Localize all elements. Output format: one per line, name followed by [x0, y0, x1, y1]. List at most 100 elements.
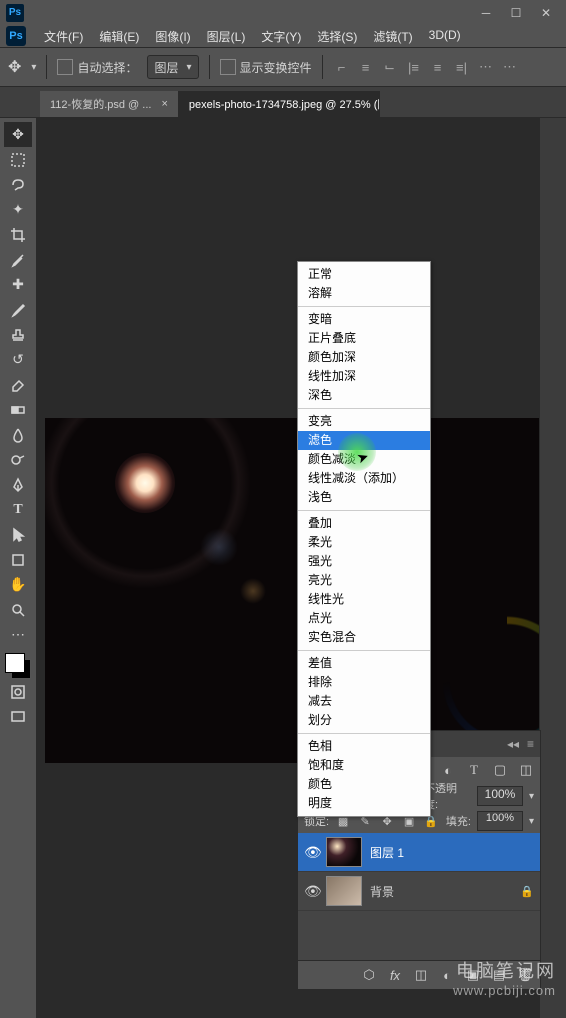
auto-select-target-dropdown[interactable]: 图层▾ [147, 55, 198, 79]
healing-tool[interactable]: ✚ [4, 272, 32, 297]
menu-item[interactable]: 文字(Y) [253, 26, 309, 47]
chevron-down-icon[interactable]: ▾ [529, 791, 534, 802]
magic-wand-tool[interactable]: ✦ [4, 197, 32, 222]
marquee-tool[interactable] [4, 147, 32, 172]
blend-mode-item[interactable]: 溶解 [298, 284, 430, 303]
text-tool[interactable]: T [4, 497, 32, 522]
toolbox-more[interactable]: ⋯ [4, 622, 32, 647]
fill-input[interactable]: 100% [477, 811, 523, 831]
blend-mode-item[interactable]: 线性加深 [298, 367, 430, 386]
auto-select-checkbox[interactable]: 自动选择： [57, 59, 137, 76]
menu-item[interactable]: 图像(I) [147, 26, 198, 47]
blend-mode-item[interactable]: 亮光 [298, 571, 430, 590]
layer-thumbnail[interactable] [326, 876, 362, 906]
blur-tool[interactable] [4, 422, 32, 447]
move-tool[interactable]: ✥ [4, 122, 32, 147]
blend-mode-item[interactable]: 线性减淡（添加） [298, 469, 430, 488]
align-vcenter-icon[interactable]: ≡ [357, 58, 375, 76]
hand-tool[interactable]: ✋ [4, 572, 32, 597]
menu-item[interactable]: 滤镜(T) [365, 26, 420, 47]
right-dock-strip[interactable] [539, 118, 566, 1018]
align-top-icon[interactable]: ⌐ [333, 58, 351, 76]
blend-mode-item[interactable]: 叠加 [298, 514, 430, 533]
blend-mode-item[interactable]: 深色 [298, 386, 430, 405]
document-tab[interactable]: pexels-photo-1734758.jpeg @ 27.5% (图层 1,… [179, 91, 380, 117]
blend-mode-item[interactable]: 差值 [298, 654, 430, 673]
align-left-icon[interactable]: |≡ [405, 58, 423, 76]
blend-mode-item[interactable]: 排除 [298, 673, 430, 692]
layer-name[interactable]: 背景 [370, 883, 512, 900]
minimize-button[interactable]: ─ [472, 4, 500, 22]
panel-menu-icon[interactable]: ≡ [527, 737, 534, 751]
color-swatch[interactable] [5, 653, 31, 679]
layer-fx-icon[interactable]: fx [386, 966, 404, 984]
blend-mode-item[interactable]: 正片叠底 [298, 329, 430, 348]
link-layers-icon[interactable]: ⬡ [360, 966, 378, 984]
distribute-icon[interactable]: ⋯ [477, 58, 495, 76]
layer-mask-icon[interactable]: ◫ [412, 966, 430, 984]
filter-text-icon[interactable]: T [466, 762, 482, 778]
blend-mode-item[interactable]: 明度 [298, 794, 430, 813]
path-select-tool[interactable] [4, 522, 32, 547]
blend-mode-item[interactable]: 色相 [298, 737, 430, 756]
layer-group-icon[interactable]: ▣ [464, 966, 482, 984]
blend-mode-item[interactable]: 颜色减淡 [298, 450, 430, 469]
close-icon[interactable]: × [161, 98, 167, 110]
filter-smart-icon[interactable]: ◫ [518, 762, 534, 778]
maximize-button[interactable]: ☐ [502, 4, 530, 22]
blend-mode-item[interactable]: 滤色 [298, 431, 430, 450]
gradient-tool[interactable] [4, 397, 32, 422]
new-layer-icon[interactable]: ▤ [490, 966, 508, 984]
close-button[interactable]: ✕ [532, 4, 560, 22]
quickmask-tool[interactable] [4, 679, 32, 704]
blend-mode-item[interactable]: 变亮 [298, 412, 430, 431]
menu-item[interactable]: 编辑(E) [91, 26, 147, 47]
align-right-icon[interactable]: ≡| [453, 58, 471, 76]
menu-item[interactable]: 选择(S) [309, 26, 365, 47]
shape-tool[interactable] [4, 547, 32, 572]
blend-mode-item[interactable]: 饱和度 [298, 756, 430, 775]
chevron-down-icon[interactable]: ▾ [529, 816, 534, 827]
adjustment-layer-icon[interactable]: ◐ [438, 966, 456, 984]
blend-mode-item[interactable]: 颜色加深 [298, 348, 430, 367]
align-bottom-icon[interactable]: ⌙ [381, 58, 399, 76]
layer-name[interactable]: 图层 1 [370, 844, 534, 861]
show-transform-checkbox[interactable]: 显示变换控件 [220, 59, 312, 76]
filter-adjust-icon[interactable]: ◐ [440, 762, 456, 778]
blend-mode-item[interactable]: 强光 [298, 552, 430, 571]
blend-mode-item[interactable]: 减去 [298, 692, 430, 711]
screenmode-tool[interactable] [4, 704, 32, 729]
blend-mode-item[interactable]: 变暗 [298, 310, 430, 329]
crop-tool[interactable] [4, 222, 32, 247]
delete-layer-icon[interactable]: 🗑 [516, 966, 534, 984]
chevron-down-icon[interactable]: ▾ [31, 62, 36, 73]
pen-tool[interactable] [4, 472, 32, 497]
blend-mode-item[interactable]: 颜色 [298, 775, 430, 794]
menu-item[interactable]: 文件(F) [36, 26, 91, 47]
brush-tool[interactable] [4, 297, 32, 322]
zoom-tool[interactable] [4, 597, 32, 622]
blend-mode-item[interactable]: 柔光 [298, 533, 430, 552]
eyedropper-tool[interactable] [4, 247, 32, 272]
layer-row[interactable]: 👁背景🔒 [298, 872, 540, 911]
lasso-tool[interactable] [4, 172, 32, 197]
more-icon[interactable]: ⋯ [501, 58, 519, 76]
opacity-input[interactable]: 100% [477, 786, 523, 806]
blend-mode-item[interactable]: 浅色 [298, 488, 430, 507]
blend-mode-item[interactable]: 点光 [298, 609, 430, 628]
blend-mode-item[interactable]: 实色混合 [298, 628, 430, 647]
filter-shape-icon[interactable]: ▢ [492, 762, 508, 778]
eraser-tool[interactable] [4, 372, 32, 397]
visibility-icon[interactable]: 👁 [304, 844, 318, 861]
document-tab[interactable]: 112-恢复的.psd @ ...× [40, 91, 179, 117]
menu-item[interactable]: 图层(L) [199, 26, 254, 47]
layer-thumbnail[interactable] [326, 837, 362, 867]
menu-item[interactable]: 3D(D) [421, 26, 469, 47]
history-brush-tool[interactable]: ↺ [4, 347, 32, 372]
stamp-tool[interactable] [4, 322, 32, 347]
layer-row[interactable]: 👁 图层 1 [298, 833, 540, 872]
blend-mode-item[interactable]: 线性光 [298, 590, 430, 609]
align-hcenter-icon[interactable]: ≡ [429, 58, 447, 76]
dodge-tool[interactable] [4, 447, 32, 472]
blend-mode-item[interactable]: 划分 [298, 711, 430, 730]
